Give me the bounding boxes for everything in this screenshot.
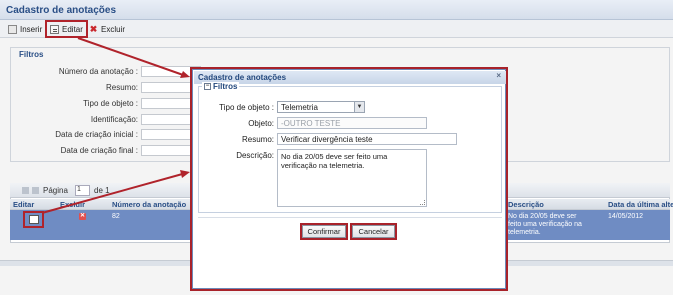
objeto-field: -OUTRO TESTE: [277, 117, 427, 129]
delete-icon: ✖: [89, 23, 98, 34]
numero-label: Número da anotação :: [58, 67, 138, 76]
page-of-label: de 1: [94, 186, 110, 195]
col-descricao[interactable]: Descrição: [508, 200, 544, 209]
edit-icon: [50, 24, 59, 34]
identificacao-label: Identificação:: [90, 115, 138, 124]
toolbar: Inserir Editar ✖ Excluir: [0, 20, 673, 38]
data-inicial-label: Data de criação inicial :: [55, 130, 138, 139]
col-data-alteracao[interactable]: Data da última alteração: [608, 200, 673, 209]
row-descricao: No dia 20/05 deve ser feito uma verifica…: [508, 213, 582, 236]
row-data-alteracao: 14/05/2012: [608, 213, 644, 220]
delete-label: Excluir: [101, 24, 126, 34]
insert-icon: [8, 24, 17, 34]
insert-button[interactable]: Inserir: [5, 22, 45, 36]
descricao-text: No dia 20/05 deve ser feito uma verifica…: [281, 152, 388, 170]
col-editar[interactable]: Editar: [13, 200, 34, 209]
row-edit-highlight: [23, 211, 44, 228]
filters-legend: Filtros: [17, 50, 46, 59]
close-icon[interactable]: ×: [496, 71, 501, 80]
col-numero[interactable]: Número da anotação: [112, 200, 186, 209]
insert-label: Inserir: [20, 24, 43, 34]
row-numero: 82: [112, 213, 120, 220]
tipo-objeto-value: Telemetria: [281, 103, 318, 112]
confirm-button[interactable]: Confirmar: [300, 223, 348, 240]
collapse-icon[interactable]: −: [204, 83, 211, 90]
app-title: Cadastro de anotações: [0, 0, 673, 20]
tipo-objeto-select[interactable]: Telemetria ▼: [277, 101, 365, 113]
page-label: Página: [43, 186, 68, 195]
page-input[interactable]: 1: [75, 185, 90, 196]
resumo-field[interactable]: Verificar divergência teste: [277, 133, 457, 145]
col-excluir[interactable]: Excluir: [60, 200, 85, 209]
modal-separator: [198, 217, 502, 218]
modal-legend-text: Filtros: [213, 82, 238, 91]
first-page-icon[interactable]: [22, 187, 29, 194]
edit-label: Editar: [62, 24, 83, 34]
row-delete-icon[interactable]: ✕: [79, 213, 86, 220]
modal-resumo-label: Resumo:: [241, 135, 274, 144]
modal-descricao-label: Descrição:: [236, 151, 274, 160]
modal-title: Cadastro de anotações: [194, 71, 506, 84]
modal-filters-legend[interactable]: − Filtros: [202, 82, 240, 91]
modal-tipo-label: Tipo de objeto :: [219, 103, 274, 112]
edit-modal: Cadastro de anotações × − Filtros Tipo d…: [190, 67, 508, 291]
modal-objeto-label: Objeto:: [248, 119, 274, 128]
prev-page-icon[interactable]: [32, 187, 39, 194]
edit-button[interactable]: Editar: [45, 20, 88, 38]
delete-button[interactable]: ✖ Excluir: [86, 22, 128, 36]
cancel-button[interactable]: Cancelar: [350, 223, 397, 240]
resumo-label: Resumo:: [105, 83, 138, 92]
resize-grip-icon[interactable]: [420, 200, 425, 205]
tipo-label: Tipo de objeto :: [83, 99, 138, 108]
data-final-label: Data de criação final :: [60, 146, 138, 155]
descricao-textarea[interactable]: No dia 20/05 deve ser feito uma verifica…: [277, 149, 427, 207]
dropdown-caret-icon[interactable]: ▼: [354, 102, 364, 112]
